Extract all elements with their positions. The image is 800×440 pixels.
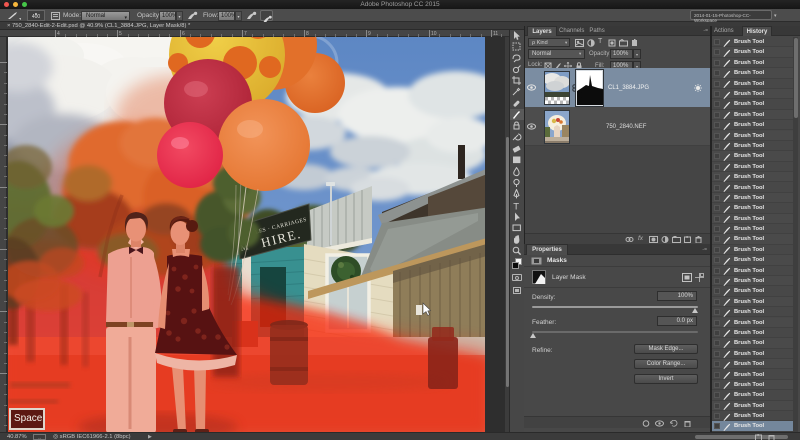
svg-text:T: T	[513, 201, 519, 211]
